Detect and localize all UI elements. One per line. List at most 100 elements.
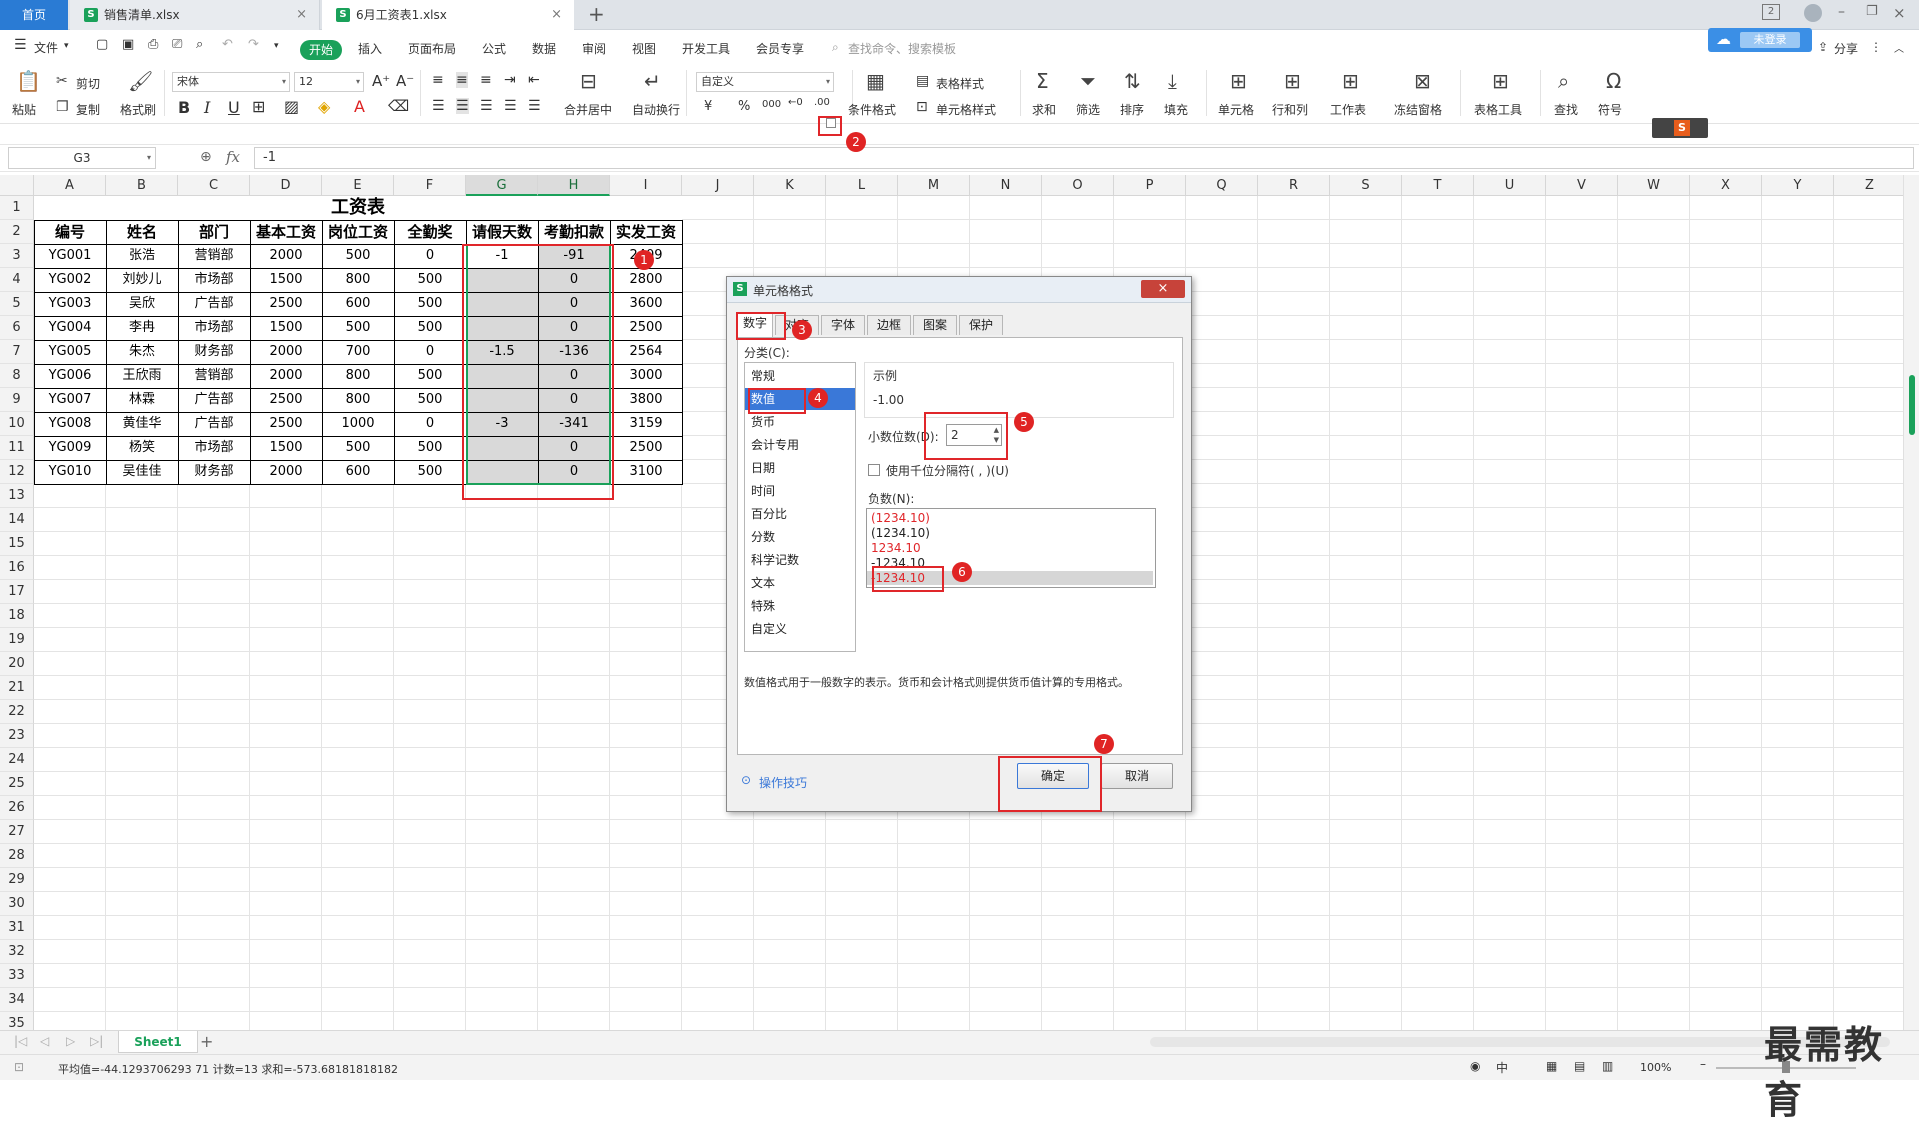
table-header-cell[interactable]: 请假天数 xyxy=(466,220,538,244)
merge-icon[interactable]: ⊟ xyxy=(580,70,597,92)
last-sheet-icon[interactable]: ▷| xyxy=(90,1034,103,1048)
menu-view[interactable]: 视图 xyxy=(632,40,656,57)
command-search[interactable]: 查找命令、搜索模板 xyxy=(848,40,956,57)
table-cell[interactable]: -1 xyxy=(466,244,538,268)
format-dialog-launcher[interactable] xyxy=(826,118,836,128)
cell-icon[interactable]: ⊞ xyxy=(1230,70,1247,92)
column-header-n[interactable]: N xyxy=(970,175,1042,196)
tab-border[interactable]: 边框 xyxy=(867,315,911,335)
column-header-r[interactable]: R xyxy=(1258,175,1330,196)
table-header-cell[interactable]: 岗位工资 xyxy=(322,220,394,244)
find-button[interactable]: 查找 xyxy=(1554,101,1578,118)
row-header-1[interactable]: 1 xyxy=(0,196,34,220)
align-bottom-icon[interactable]: ≡ xyxy=(480,72,492,88)
tab-sales-list[interactable]: S 销售清单.xlsx × xyxy=(70,0,320,30)
table-cell[interactable]: -136 xyxy=(538,340,610,364)
tab-font[interactable]: 字体 xyxy=(821,315,865,335)
table-header-cell[interactable]: 部门 xyxy=(178,220,250,244)
print-icon[interactable]: ⎚ xyxy=(172,37,182,52)
column-header-p[interactable]: P xyxy=(1114,175,1186,196)
column-header-a[interactable]: A xyxy=(34,175,106,196)
table-cell[interactable]: 刘妙儿 xyxy=(106,268,178,292)
row-header-8[interactable]: 8 xyxy=(0,364,34,388)
shrink-font-icon[interactable]: A⁻ xyxy=(396,72,414,90)
eye-icon[interactable]: ◉ xyxy=(1470,1059,1480,1073)
table-cell[interactable]: 3159 xyxy=(610,412,682,436)
row-header-22[interactable]: 22 xyxy=(0,700,34,724)
row-header-6[interactable]: 6 xyxy=(0,316,34,340)
menu-insert[interactable]: 插入 xyxy=(358,40,382,57)
row-header-27[interactable]: 27 xyxy=(0,820,34,844)
table-cell[interactable]: 财务部 xyxy=(178,460,250,484)
zoom-level[interactable]: 100% xyxy=(1640,1061,1671,1074)
function-icon[interactable]: fx xyxy=(226,148,240,166)
cell-style-icon[interactable]: ⊡ xyxy=(916,99,928,115)
table-cell[interactable]: 3600 xyxy=(610,292,682,316)
thousands-button[interactable]: 000 xyxy=(762,99,781,110)
column-header-u[interactable]: U xyxy=(1474,175,1546,196)
row-header-4[interactable]: 4 xyxy=(0,268,34,292)
table-tools-button[interactable]: 表格工具 xyxy=(1474,101,1522,118)
table-cell[interactable]: YG001 xyxy=(34,244,106,268)
tab-number[interactable]: 数字 xyxy=(737,313,773,337)
menu-data[interactable]: 数据 xyxy=(532,40,556,57)
table-cell[interactable] xyxy=(466,364,538,388)
italic-button[interactable]: I xyxy=(204,98,210,117)
row-header-7[interactable]: 7 xyxy=(0,340,34,364)
table-cell[interactable]: 财务部 xyxy=(178,340,250,364)
table-cell[interactable]: 0 xyxy=(538,388,610,412)
tab-protection[interactable]: 保护 xyxy=(959,315,1003,335)
close-icon[interactable]: × xyxy=(296,0,307,30)
align-left-icon[interactable]: ☰ xyxy=(432,98,445,114)
table-cell[interactable]: YG010 xyxy=(34,460,106,484)
row-header-18[interactable]: 18 xyxy=(0,604,34,628)
sort-icon[interactable]: ⇅ xyxy=(1124,70,1141,92)
row-header-9[interactable]: 9 xyxy=(0,388,34,412)
worksheet-button[interactable]: 工作表 xyxy=(1330,101,1366,118)
negative-format-option[interactable]: -1234.10 xyxy=(871,556,925,570)
row-header-3[interactable]: 3 xyxy=(0,244,34,268)
new-doc-icon[interactable]: ▢ xyxy=(96,37,108,52)
table-cell[interactable]: 500 xyxy=(394,268,466,292)
cut-button[interactable]: 剪切 xyxy=(76,75,100,92)
menu-formula[interactable]: 公式 xyxy=(482,40,506,57)
align-right-icon[interactable]: ☰ xyxy=(480,98,493,114)
row-header-33[interactable]: 33 xyxy=(0,964,34,988)
align-center-icon[interactable]: ☰ xyxy=(456,98,469,114)
category-item[interactable]: 会计专用 xyxy=(745,434,855,456)
preview-icon[interactable]: ⌕ xyxy=(196,37,203,52)
cell-fill-icon[interactable]: ▨ xyxy=(284,97,299,116)
row-header-10[interactable]: 10 xyxy=(0,412,34,436)
table-cell[interactable]: 600 xyxy=(322,460,394,484)
more-icon[interactable]: ⋮ xyxy=(1870,40,1882,54)
table-cell[interactable]: 3800 xyxy=(610,388,682,412)
column-header-k[interactable]: K xyxy=(754,175,826,196)
category-item[interactable]: 科学记数 xyxy=(745,549,855,571)
column-header-d[interactable]: D xyxy=(250,175,322,196)
collapse-ribbon-icon[interactable]: ︿ xyxy=(1894,40,1904,55)
new-tab-button[interactable]: + xyxy=(588,2,605,26)
table-cell[interactable]: 0 xyxy=(538,460,610,484)
table-cell[interactable]: 2500 xyxy=(250,412,322,436)
table-header-cell[interactable]: 全勤奖 xyxy=(394,220,466,244)
share-button[interactable]: 分享 xyxy=(1834,40,1858,57)
table-cell[interactable] xyxy=(466,388,538,412)
indent-icon[interactable]: ⇥ xyxy=(504,72,516,88)
table-cell[interactable]: 500 xyxy=(322,244,394,268)
table-header-cell[interactable]: 姓名 xyxy=(106,220,178,244)
category-item[interactable]: 时间 xyxy=(745,480,855,502)
sum-button[interactable]: 求和 xyxy=(1032,101,1056,118)
table-cell[interactable]: 0 xyxy=(394,340,466,364)
freeze-icon[interactable]: ⊠ xyxy=(1414,70,1431,92)
table-cell[interactable]: 2000 xyxy=(250,340,322,364)
align-middle-icon[interactable]: ≡ xyxy=(456,72,468,88)
table-cell[interactable] xyxy=(466,436,538,460)
conditional-format-icon[interactable]: ▦ xyxy=(866,70,885,92)
scroll-thumb[interactable] xyxy=(1909,375,1915,435)
column-header-o[interactable]: O xyxy=(1042,175,1114,196)
export-icon[interactable]: ⎙ xyxy=(148,37,158,52)
underline-button[interactable]: U xyxy=(228,98,240,117)
decimal-places-input[interactable]: 2 ▲ ▼ xyxy=(946,424,1002,446)
symbol-icon[interactable]: Ω xyxy=(1606,70,1621,92)
table-cell[interactable]: 0 xyxy=(538,316,610,340)
